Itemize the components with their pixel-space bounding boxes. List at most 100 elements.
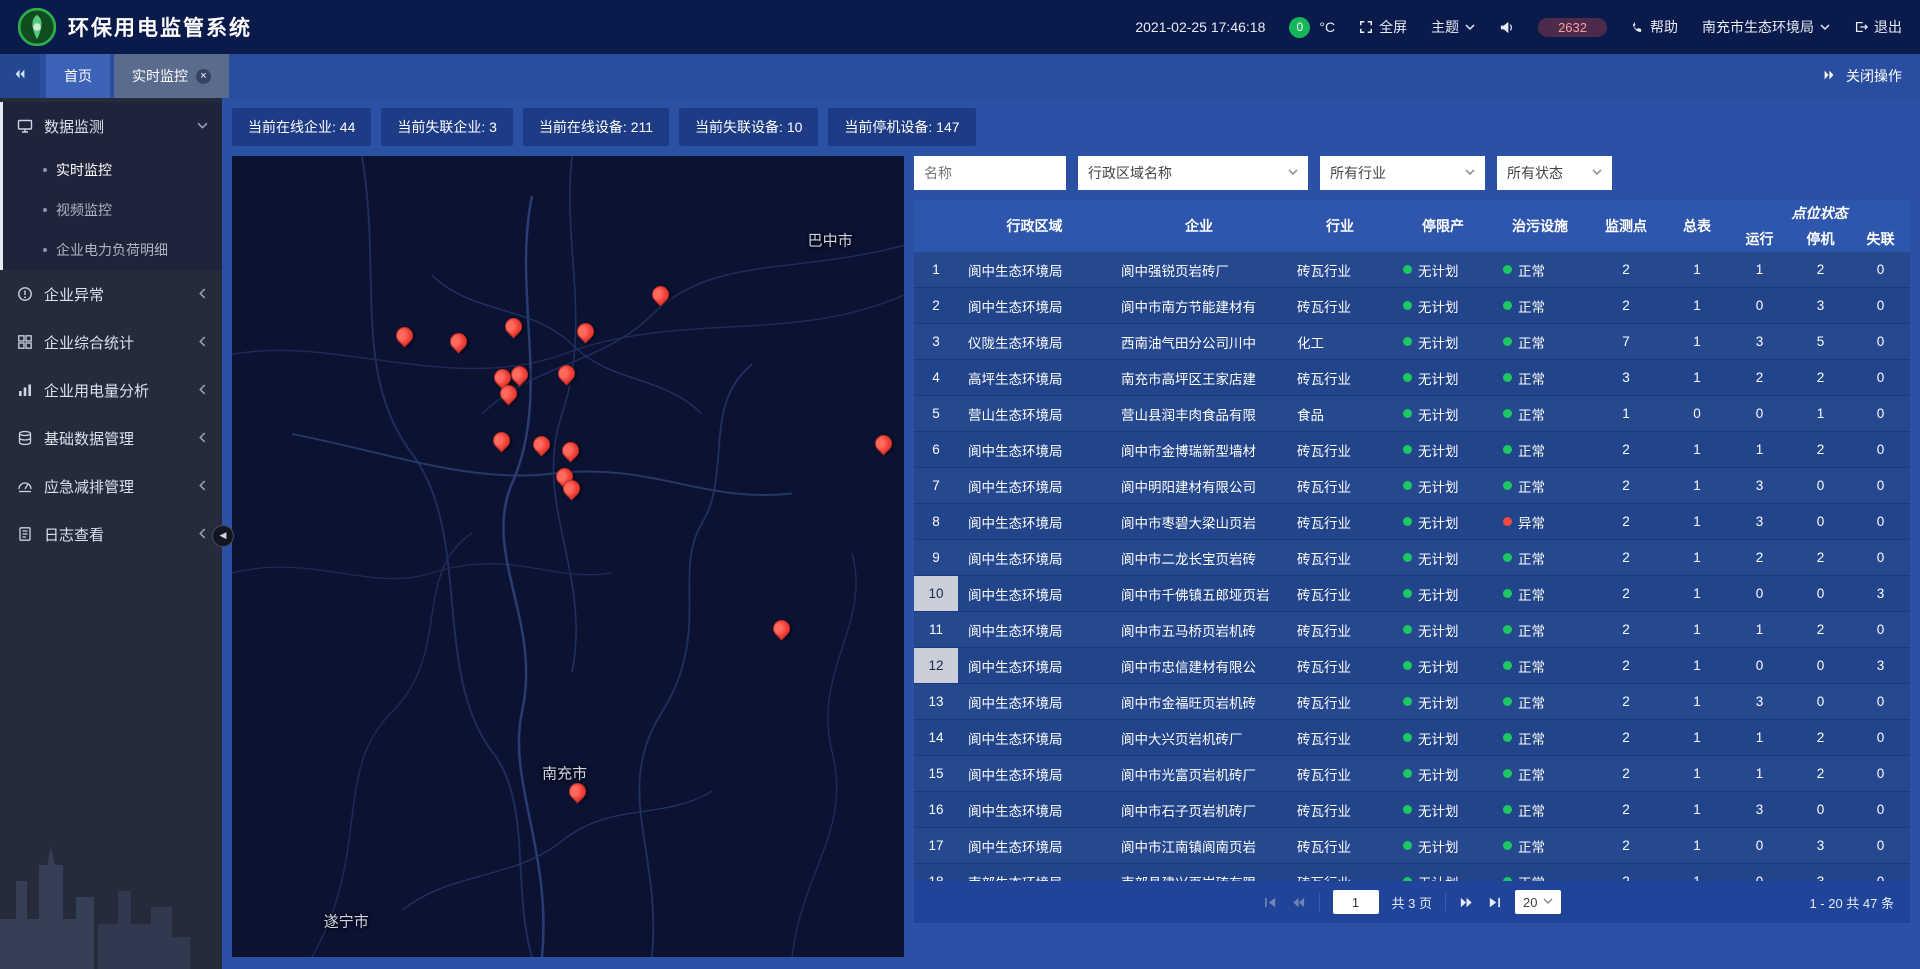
pin-icon [530,433,554,457]
status-select[interactable]: 所有状态 [1497,156,1612,190]
close-icon[interactable]: × [196,69,211,84]
table-row[interactable]: 16阆中生态环境局阆中市石子页岩机砖厂砖瓦行业无计划正常21300 [914,792,1910,828]
theme-dropdown[interactable]: 主题 [1431,17,1475,37]
table-row[interactable]: 12阆中生态环境局阆中市忠信建材有限公砖瓦行业无计划正常21003 [914,648,1910,684]
table-row[interactable]: 2阆中生态环境局阆中市南方节能建材有砖瓦行业无计划正常21030 [914,288,1910,324]
sidebar-item-emergency-reduction[interactable]: 应急减排管理 [3,462,222,510]
chevron-down-icon [197,118,208,135]
pin-icon [648,282,672,306]
map-pin[interactable] [558,365,576,389]
sidebar-group-emergency-reduction: 应急减排管理 [0,462,222,510]
status-dot-icon [1403,373,1412,382]
name-search-input[interactable] [914,156,1066,190]
monitor-icon [17,118,33,134]
sidebar-item-power-analysis[interactable]: 企业用电量分析 [3,366,222,414]
table-row[interactable]: 4高坪生态环境局南充市高坪区王家店建砖瓦行业无计划正常31220 [914,360,1910,396]
cell-run: 3 [1729,324,1790,359]
sidebar-group-power-analysis: 企业用电量分析 [0,366,222,414]
table-row[interactable]: 8阆中生态环境局阆中市枣碧大梁山页岩砖瓦行业无计划异常21300 [914,504,1910,540]
page-input[interactable] [1333,890,1379,914]
cell-company: 阆中市五马桥页岩机砖 [1111,612,1287,647]
next-page-button[interactable] [1459,895,1474,910]
map-pin[interactable] [569,783,587,807]
pin-icon [554,362,578,386]
map-pin[interactable] [773,620,791,644]
table-row[interactable]: 17阆中生态环境局阆中市江南镇阆南页岩砖瓦行业无计划正常21030 [914,828,1910,864]
map-pin[interactable] [577,323,595,347]
sidebar-item-enterprise-stats[interactable]: 企业综合统计 [3,318,222,366]
map-pin[interactable] [500,385,518,409]
stats-icon [17,334,33,350]
cell-lost: 0 [1851,288,1910,323]
tab-label: 首页 [64,66,92,86]
chevron-left-icon [197,478,208,495]
col-region: 行政区域 [958,200,1111,252]
table-row[interactable]: 3仪陇生态环境局西南油气田分公司川中化工无计划正常71350 [914,324,1910,360]
first-page-button[interactable] [1263,895,1278,910]
last-page-button[interactable] [1487,895,1502,910]
help-button[interactable]: 帮助 [1631,17,1678,37]
cell-region: 阆中生态环境局 [958,432,1111,467]
tab-realtime-monitor[interactable]: 实时监控 × [114,54,229,98]
page-size-select[interactable]: 20 [1515,890,1561,914]
cell-industry: 砖瓦行业 [1287,792,1393,827]
table-row[interactable]: 15阆中生态环境局阆中市光富页岩机砖厂砖瓦行业无计划正常21120 [914,756,1910,792]
map-pin[interactable] [450,333,468,357]
table-row[interactable]: 5营山生态环境局营山县润丰肉食品有限食品无计划正常10010 [914,396,1910,432]
table-row[interactable]: 11阆中生态环境局阆中市五马桥页岩机砖砖瓦行业无计划正常21120 [914,612,1910,648]
org-dropdown[interactable]: 南充市生态环境局 [1702,17,1830,37]
sidebar-item-power-load-detail[interactable]: 企业电力负荷明细 [3,230,222,270]
table-row[interactable]: 1阆中生态环境局阆中强锐页岩砖厂砖瓦行业无计划正常21120 [914,252,1910,288]
sidebar-collapse-button[interactable]: ◀ [212,525,234,547]
sidebar-item-video-monitor[interactable]: 视频监控 [3,190,222,230]
table-row[interactable]: 7阆中生态环境局阆中明阳建材有限公司砖瓦行业无计划正常21300 [914,468,1910,504]
logout-button[interactable]: 退出 [1854,17,1902,37]
scroll-tabs-left-button[interactable] [0,54,40,98]
sidebar-item-data-monitoring[interactable]: 数据监测 [3,102,222,150]
map-pin[interactable] [652,286,670,310]
fullscreen-button[interactable]: 全屏 [1359,17,1407,37]
map-pin[interactable] [563,480,581,504]
table-row[interactable]: 13阆中生态环境局阆中市金福旺页岩机砖砖瓦行业无计划正常21300 [914,684,1910,720]
sidebar-item-realtime-monitor[interactable]: 实时监控 [3,150,222,190]
map-pin[interactable] [533,436,551,460]
region-select[interactable]: 行政区域名称 [1078,156,1308,190]
cell-company: 阆中强锐页岩砖厂 [1111,252,1287,287]
cell-produce-status: 无计划 [1393,540,1493,575]
datetime-label: 2021-02-25 17:46:18 [1135,19,1265,35]
close-operations-button[interactable]: 关闭操作 [1846,66,1902,86]
cell-facility-status: 正常 [1493,288,1587,323]
col-lost: 失联 [1851,226,1910,252]
pin-icon [574,320,598,344]
map-pin[interactable] [875,435,893,459]
prev-page-button[interactable] [1291,895,1306,910]
table-row[interactable]: 14阆中生态环境局阆中大兴页岩机砖厂砖瓦行业无计划正常21120 [914,720,1910,756]
map-pin[interactable] [562,442,580,466]
table-row[interactable]: 18南部生态环境局南部县建兴页岩砖有限砖瓦行业无计划正常21030 [914,864,1910,881]
cell-region: 阆中生态环境局 [958,720,1111,755]
map-pin[interactable] [505,318,523,342]
table-row[interactable]: 10阆中生态环境局阆中市千佛镇五郎垭页岩砖瓦行业无计划正常21003 [914,576,1910,612]
tab-home[interactable]: 首页 [46,54,110,98]
sidebar-item-base-data[interactable]: 基础数据管理 [3,414,222,462]
alarm-count-badge[interactable]: 2632 [1538,18,1607,37]
double-chevron-right-icon[interactable] [1822,68,1836,85]
map-panel[interactable]: 巴中市南充市遂宁市 [232,156,904,957]
sidebar-item-enterprise-abnormal[interactable]: 企业异常 [3,270,222,318]
dot-icon [43,208,47,212]
map-pin[interactable] [396,327,414,351]
cell-index: 4 [914,360,958,395]
pin-icon [490,429,514,453]
table-row[interactable]: 9阆中生态环境局阆中市二龙长宝页岩砖砖瓦行业无计划正常21220 [914,540,1910,576]
industry-select[interactable]: 所有行业 [1320,156,1485,190]
table-row[interactable]: 6阆中生态环境局阆中市金博瑞新型墙材砖瓦行业无计划正常21120 [914,432,1910,468]
cell-index: 5 [914,396,958,431]
industry-select-value: 所有行业 [1330,163,1386,183]
cell-run: 1 [1729,756,1790,791]
status-dot-icon [1403,445,1412,454]
map-pin[interactable] [493,432,511,456]
alarm-speaker-button[interactable] [1499,20,1514,35]
sidebar-subitem-label: 视频监控 [56,200,112,220]
cell-produce-status: 无计划 [1393,468,1493,503]
sidebar-item-log-view[interactable]: 日志查看 [3,510,222,558]
